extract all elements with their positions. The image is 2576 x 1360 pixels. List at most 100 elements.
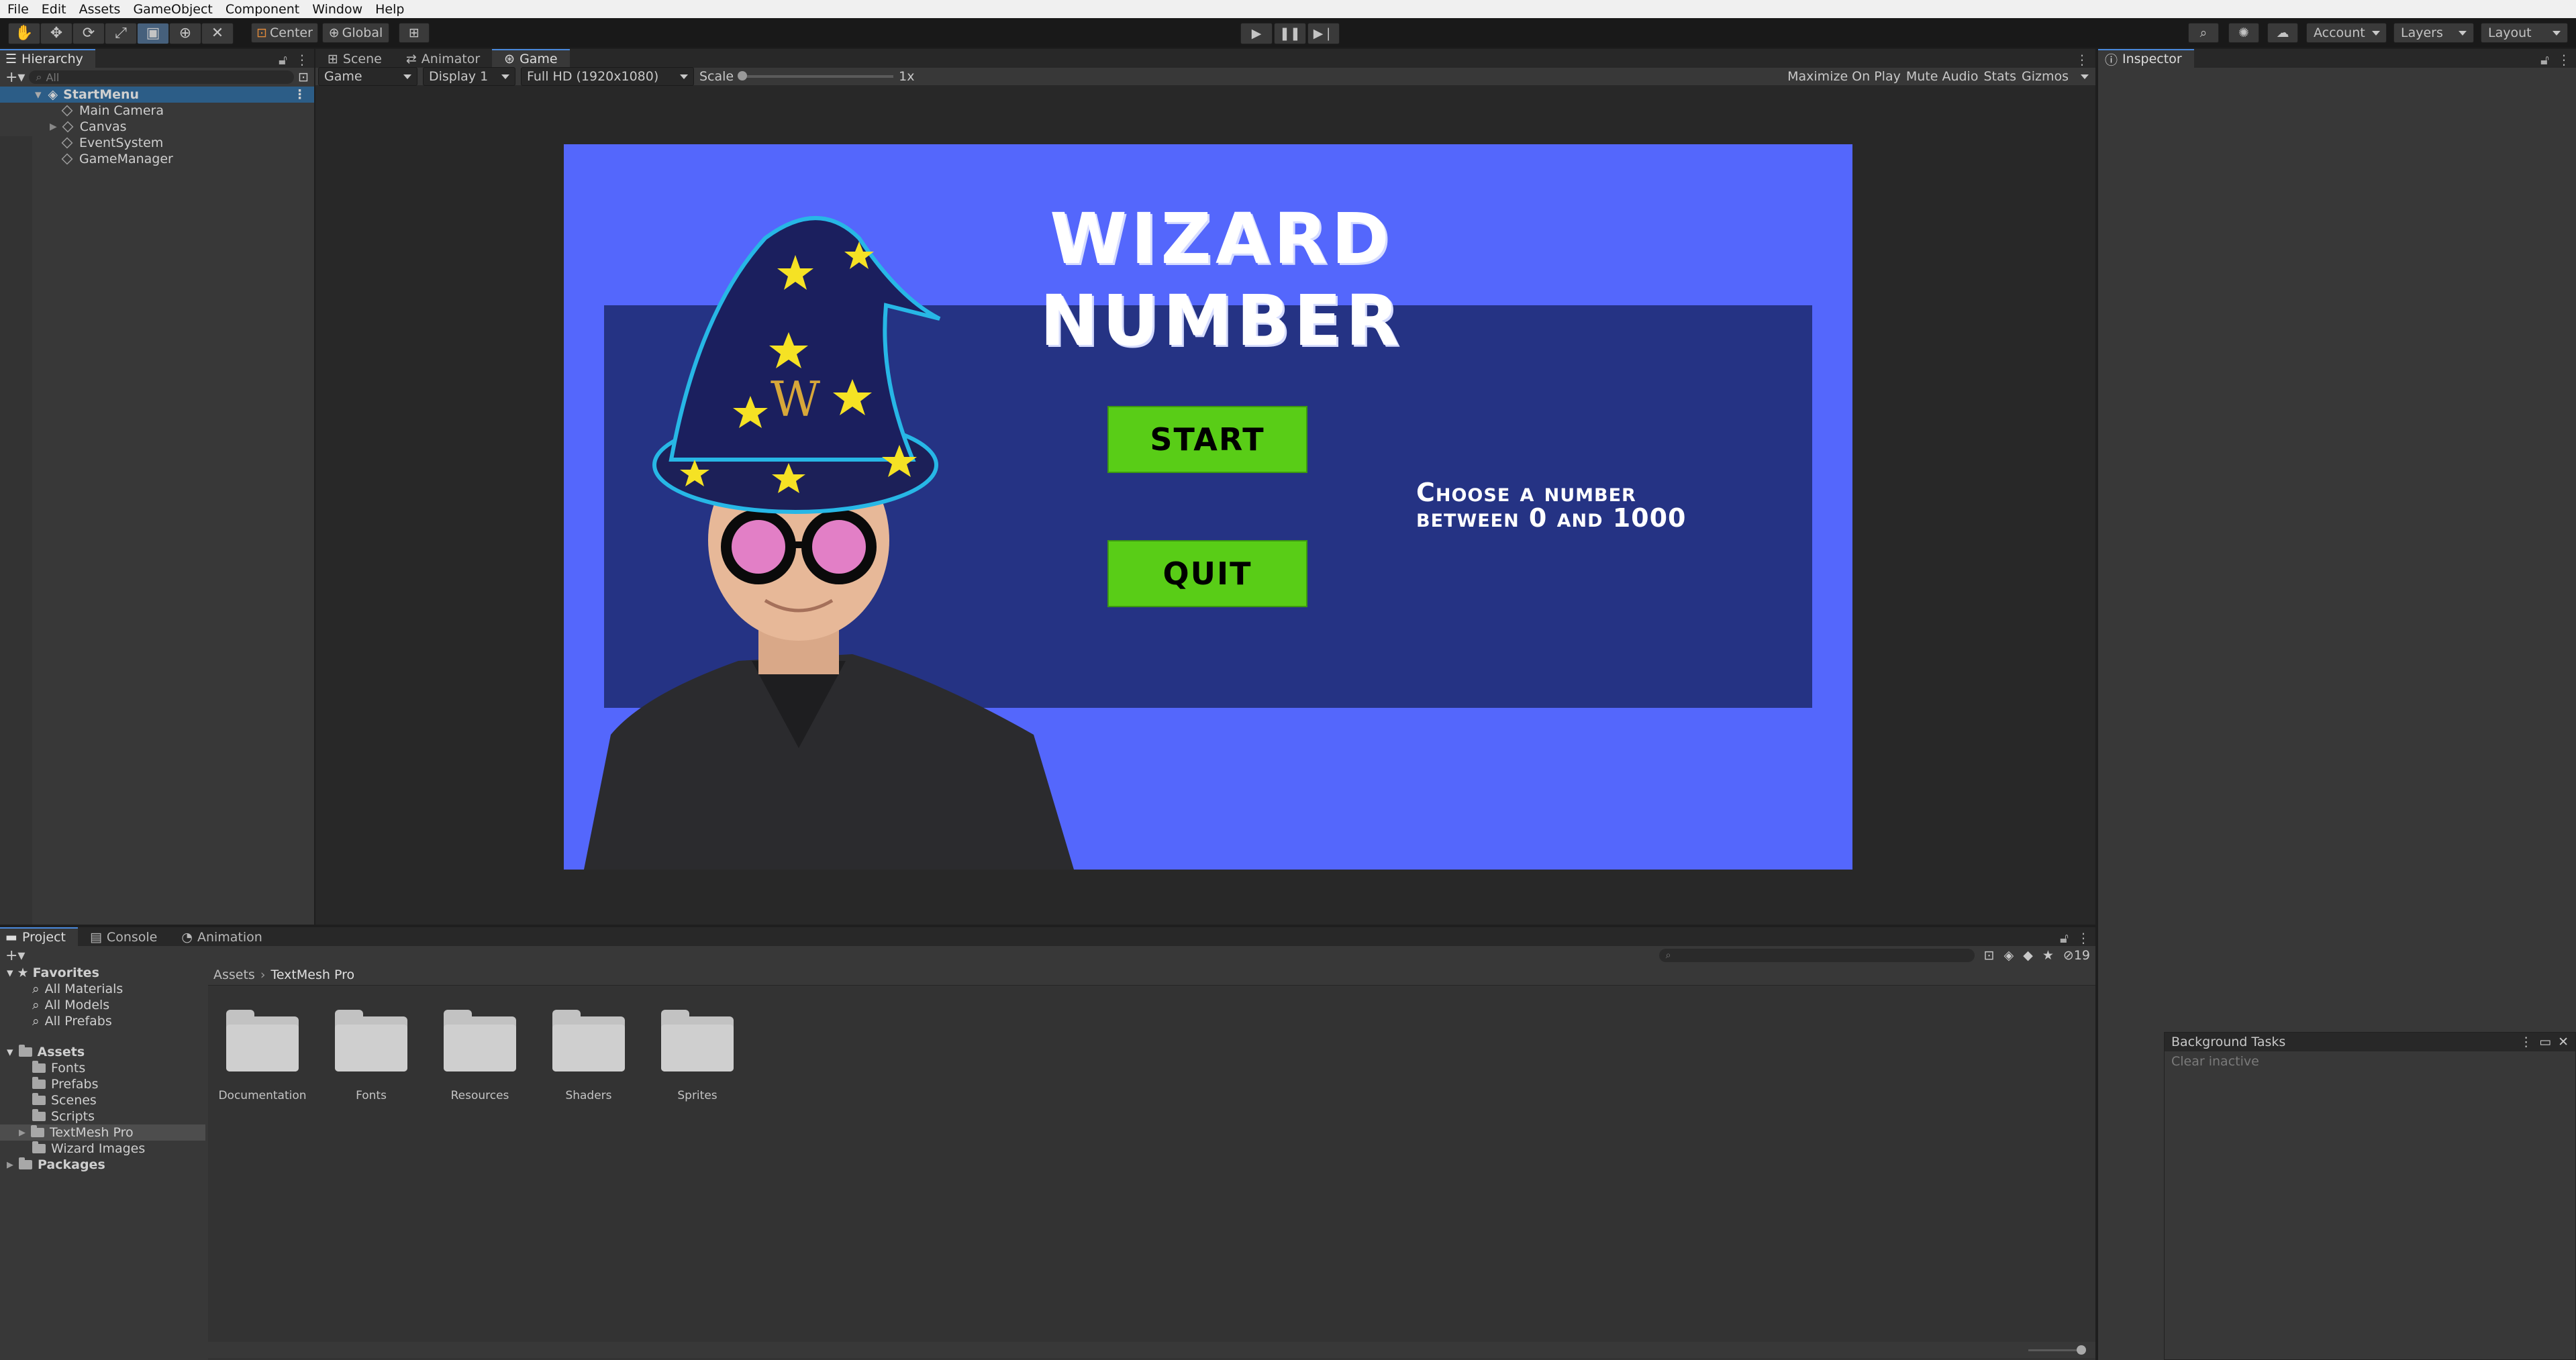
more-icon[interactable]: ⋮: [2077, 930, 2090, 946]
tab-hierarchy[interactable]: ☰ Hierarchy: [0, 49, 95, 68]
tab-console[interactable]: ▤ Console: [78, 929, 169, 946]
more-icon[interactable]: ⋮: [295, 52, 309, 68]
layers-dropdown[interactable]: Layers: [2393, 23, 2474, 43]
gizmos-chevron-icon[interactable]: [2081, 74, 2089, 79]
pause-button[interactable]: ❚❚: [1274, 23, 1306, 44]
grid-snap-button[interactable]: ⊞: [399, 23, 430, 43]
breadcrumb-current[interactable]: TextMesh Pro: [270, 967, 354, 982]
scene-row[interactable]: ▾ ◈ StartMenu ⋮: [0, 87, 314, 103]
hand-tool-button[interactable]: ✋: [8, 23, 40, 44]
more-icon[interactable]: ⋮: [2520, 1035, 2532, 1049]
play-button[interactable]: ▶: [1240, 23, 1273, 44]
start-button[interactable]: START: [1107, 406, 1307, 473]
menu-window[interactable]: Window: [312, 2, 362, 17]
close-icon[interactable]: ✕: [2558, 1035, 2569, 1049]
lock-icon[interactable]: 🔓︎: [279, 52, 287, 68]
menu-component[interactable]: Component: [226, 2, 299, 17]
maximize-on-play-toggle[interactable]: Maximize On Play: [1787, 69, 1901, 84]
hierarchy-search-input[interactable]: ⌕ All: [29, 70, 295, 84]
menu-file[interactable]: File: [7, 2, 29, 17]
breadcrumb-assets[interactable]: Assets: [213, 967, 255, 982]
display-dropdown[interactable]: Display 1: [423, 67, 515, 86]
tab-project[interactable]: ▬ Project: [0, 927, 78, 946]
menu-edit[interactable]: Edit: [42, 2, 66, 17]
icon-size-slider-thumb[interactable]: [2077, 1345, 2086, 1355]
expand-arrow-icon[interactable]: ▾: [35, 87, 42, 102]
folder-item[interactable]: Resources: [426, 1010, 534, 1102]
folder-item[interactable]: Sprites: [643, 1010, 752, 1102]
expand-arrow-icon[interactable]: ▶: [50, 121, 57, 132]
menu-gameobject[interactable]: GameObject: [133, 2, 212, 17]
tag-icon[interactable]: ◆: [2023, 948, 2033, 963]
game-mode-dropdown[interactable]: Game: [318, 67, 417, 86]
scale-tool-button[interactable]: ⤢: [105, 23, 137, 44]
rotate-tool-button[interactable]: ⟳: [72, 23, 105, 44]
folder-item[interactable]: Fonts: [317, 1010, 426, 1102]
account-dropdown[interactable]: Account: [2306, 23, 2387, 43]
scale-slider[interactable]: [738, 71, 894, 81]
tab-scene[interactable]: ⊞ Scene: [315, 50, 394, 68]
tab-animator[interactable]: ⇄ Animator: [394, 50, 492, 68]
move-tool-button[interactable]: ✥: [40, 23, 72, 44]
custom-tool-button[interactable]: ✕: [201, 23, 234, 44]
resolution-dropdown[interactable]: Full HD (1920x1080): [521, 67, 694, 86]
search-button[interactable]: ⌕: [2188, 23, 2219, 43]
tab-inspector[interactable]: ⓘ Inspector: [2098, 49, 2194, 68]
assets-header[interactable]: ▾ Assets: [0, 1044, 205, 1060]
quit-button[interactable]: QUIT: [1107, 540, 1307, 607]
favorite-star-icon[interactable]: ★: [2042, 948, 2054, 963]
clear-inactive-button[interactable]: Clear inactive: [2165, 1051, 2575, 1071]
rect-tool-button[interactable]: ▣: [137, 23, 169, 44]
layout-dropdown[interactable]: Layout: [2481, 23, 2568, 43]
scene-more-icon[interactable]: ⋮: [293, 87, 306, 102]
add-icon[interactable]: +▾: [5, 69, 25, 86]
folder-item[interactable]: Documentation: [208, 1010, 317, 1102]
stats-toggle[interactable]: Stats: [1983, 69, 2016, 84]
expand-arrow-icon[interactable]: ▶: [19, 1128, 26, 1138]
tab-animation[interactable]: ◔ Animation: [169, 929, 274, 946]
expand-arrow-icon[interactable]: ▾: [7, 1045, 13, 1059]
lock-icon[interactable]: 🔓︎: [2060, 930, 2069, 946]
asset-folder[interactable]: Scenes: [0, 1092, 205, 1108]
lock-icon[interactable]: 🔓︎: [2540, 52, 2549, 68]
folder-item[interactable]: Shaders: [534, 1010, 643, 1102]
hierarchy-item[interactable]: GameManager: [0, 151, 314, 167]
favorites-header[interactable]: ▾ ★ Favorites: [0, 965, 205, 981]
maximize-icon[interactable]: ▭: [2539, 1035, 2551, 1049]
favorite-item[interactable]: ⌕ All Prefabs: [0, 1013, 205, 1029]
cloud-button[interactable]: ☁: [2267, 23, 2298, 43]
collab-button[interactable]: ✺: [2228, 23, 2259, 43]
hierarchy-item[interactable]: ▶ Canvas: [0, 119, 314, 135]
asset-folder-selected[interactable]: ▶ TextMesh Pro: [0, 1124, 205, 1141]
hidden-packages-icon[interactable]: ⊘: [2063, 948, 2074, 963]
packages-header[interactable]: ▶ Packages: [0, 1157, 205, 1173]
asset-folder[interactable]: Prefabs: [0, 1076, 205, 1092]
scale-slider-thumb[interactable]: [738, 71, 748, 81]
menu-help[interactable]: Help: [375, 2, 404, 17]
favorite-item[interactable]: ⌕ All Models: [0, 997, 205, 1013]
menu-assets[interactable]: Assets: [79, 2, 121, 17]
filter-icon[interactable]: ⊡: [298, 70, 309, 85]
search-by-label-icon[interactable]: ◈: [2004, 948, 2014, 963]
search-by-type-icon[interactable]: ⊡: [1984, 948, 1995, 963]
more-icon[interactable]: ⋮: [2557, 52, 2571, 68]
add-icon[interactable]: +▾: [5, 947, 25, 964]
gizmos-toggle[interactable]: Gizmos: [2022, 69, 2069, 84]
asset-folder[interactable]: Wizard Images: [0, 1141, 205, 1157]
expand-arrow-icon[interactable]: ▶: [7, 1160, 13, 1170]
tab-game[interactable]: ⊛ Game: [492, 49, 570, 68]
favorite-item[interactable]: ⌕ All Materials: [0, 981, 205, 997]
space-toggle[interactable]: ⊕ Global: [322, 23, 389, 43]
asset-folder[interactable]: Fonts: [0, 1060, 205, 1076]
mute-audio-toggle[interactable]: Mute Audio: [1906, 69, 1979, 84]
icon-size-slider[interactable]: [2028, 1345, 2086, 1355]
project-search-input[interactable]: ⌕: [1658, 949, 1975, 962]
pivot-toggle[interactable]: ⊡ Center: [251, 23, 318, 43]
step-button[interactable]: ▶❘: [1307, 23, 1340, 44]
hierarchy-item[interactable]: EventSystem: [0, 135, 314, 151]
asset-folder[interactable]: Scripts: [0, 1108, 205, 1124]
expand-arrow-icon[interactable]: ▾: [7, 965, 13, 980]
transform-tool-button[interactable]: ⊕: [169, 23, 201, 44]
more-icon[interactable]: ⋮: [2075, 52, 2089, 68]
hierarchy-item[interactable]: Main Camera: [0, 103, 314, 119]
